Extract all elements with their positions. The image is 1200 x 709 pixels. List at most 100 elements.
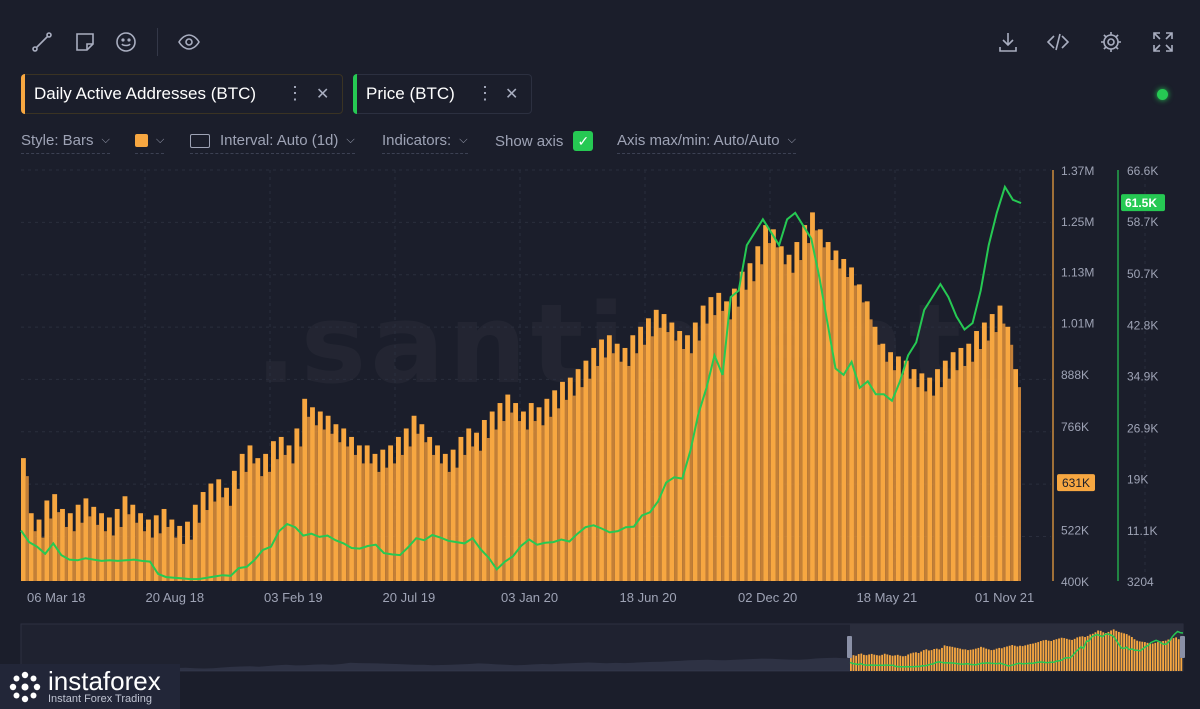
- navigator-bar: [956, 647, 959, 671]
- navigator-bar: [909, 653, 912, 671]
- daa-bar: [291, 463, 295, 581]
- daa-bar: [802, 225, 808, 582]
- daa-bar: [49, 518, 53, 581]
- navigator-bar: [1013, 645, 1016, 671]
- daa-bar: [244, 471, 248, 581]
- daa-bar: [833, 250, 839, 581]
- daa-bar: [447, 471, 451, 581]
- daa-bar: [541, 425, 545, 581]
- daa-bar: [974, 331, 979, 581]
- daa-bar: [643, 344, 646, 581]
- daa-bar: [192, 504, 198, 581]
- navigator-bar: [1050, 641, 1053, 671]
- daa-bar: [1005, 326, 1011, 581]
- daa-bar: [841, 258, 847, 581]
- navigator-bar: [1024, 645, 1027, 671]
- navigator-bar: [1172, 638, 1175, 671]
- daa-bar: [958, 347, 964, 581]
- navigator-bar: [1047, 640, 1050, 671]
- navigator-bar: [891, 655, 894, 671]
- daa-bar: [635, 353, 639, 581]
- daa-bar: [278, 436, 284, 581]
- daa-last-value-label: 631K: [1062, 476, 1090, 490]
- daa-tick-label: 766K: [1061, 420, 1089, 434]
- navigator-bar: [1094, 632, 1097, 671]
- daa-bar: [150, 537, 154, 581]
- navigator-bar: [954, 647, 956, 671]
- chart[interactable]: 1.37M 1.25M 1.13M 1.01M 888K 766K 522K 400K 631K…: [0, 0, 1200, 709]
- instaforex-logo-icon: [9, 671, 41, 702]
- price-tick-label: 26.9K: [1127, 421, 1158, 435]
- daa-bar: [208, 483, 214, 581]
- x-tick-label: 18 May 21: [857, 590, 918, 605]
- daa-bar: [932, 395, 936, 581]
- navigator-bar: [912, 652, 915, 671]
- price-tick-label: 19K: [1127, 473, 1148, 487]
- daa-bar: [614, 343, 620, 581]
- daa-bar: [28, 513, 34, 581]
- daa-bar: [353, 454, 357, 581]
- daa-bar: [919, 373, 925, 581]
- daa-bar: [619, 361, 623, 581]
- daa-bar: [52, 494, 58, 581]
- navigator-bar: [1167, 639, 1170, 671]
- navigator-bar: [1076, 637, 1079, 671]
- daa-bar: [228, 505, 232, 581]
- daa-bar: [361, 463, 365, 581]
- daa-bar: [260, 476, 264, 581]
- daa-bar: [271, 441, 276, 581]
- daa-bar: [372, 453, 378, 581]
- daa-bar: [853, 285, 857, 581]
- navigator-bar: [948, 646, 951, 671]
- daa-bar: [497, 403, 503, 581]
- daa-bar: [856, 284, 862, 581]
- daa-bar: [57, 512, 61, 581]
- daa-bar: [528, 403, 534, 581]
- navigator-bar: [1138, 641, 1141, 671]
- navigator-bar: [1149, 643, 1152, 671]
- daa-bar: [552, 390, 558, 581]
- bar-series-daa: [21, 212, 1021, 582]
- navigator-bar: [1011, 645, 1014, 671]
- daa-bar: [419, 424, 425, 581]
- navigator-bar: [972, 649, 975, 671]
- navigator-bar: [899, 655, 902, 671]
- daa-bar: [103, 531, 107, 581]
- daa-bar: [314, 425, 318, 581]
- daa-bar: [564, 399, 568, 581]
- navigator-bar: [1026, 644, 1029, 671]
- navigator-bar: [1045, 639, 1047, 671]
- navigator-bar: [894, 655, 897, 671]
- daa-bar: [971, 361, 975, 581]
- navigator-bar: [1034, 642, 1037, 671]
- daa-bar: [736, 306, 740, 581]
- logo-tagline: Instant Forex Trading: [48, 692, 152, 705]
- navigator-bar: [1102, 632, 1105, 671]
- navigator-bar: [1107, 631, 1110, 671]
- navigator[interactable]: [20, 623, 1185, 672]
- navigator-bar: [1065, 638, 1068, 671]
- navigator-bar: [1159, 641, 1162, 671]
- daa-bar: [533, 421, 537, 581]
- daa-bar: [778, 246, 784, 581]
- navigator-bar: [1052, 639, 1055, 671]
- daa-bar: [677, 331, 683, 581]
- navigator-left-handle: [847, 636, 852, 658]
- daa-bar: [99, 513, 104, 581]
- navigator-bar: [1104, 633, 1107, 671]
- daa-bar: [349, 436, 354, 581]
- navigator-bar: [943, 645, 946, 671]
- navigator-bar: [985, 648, 988, 671]
- daa-bar: [380, 449, 386, 581]
- daa-bar: [864, 301, 870, 581]
- daa-bar: [674, 340, 678, 581]
- daa-bar: [924, 391, 928, 581]
- daa-bar: [942, 360, 948, 581]
- price-tick-label: 50.7K: [1127, 267, 1158, 281]
- navigator-bar: [1081, 636, 1084, 671]
- daa-bar: [916, 387, 920, 581]
- daa-bar: [432, 454, 436, 581]
- daa-bar: [638, 326, 644, 581]
- daa-bar: [177, 525, 183, 581]
- navigator-bar: [1146, 642, 1149, 671]
